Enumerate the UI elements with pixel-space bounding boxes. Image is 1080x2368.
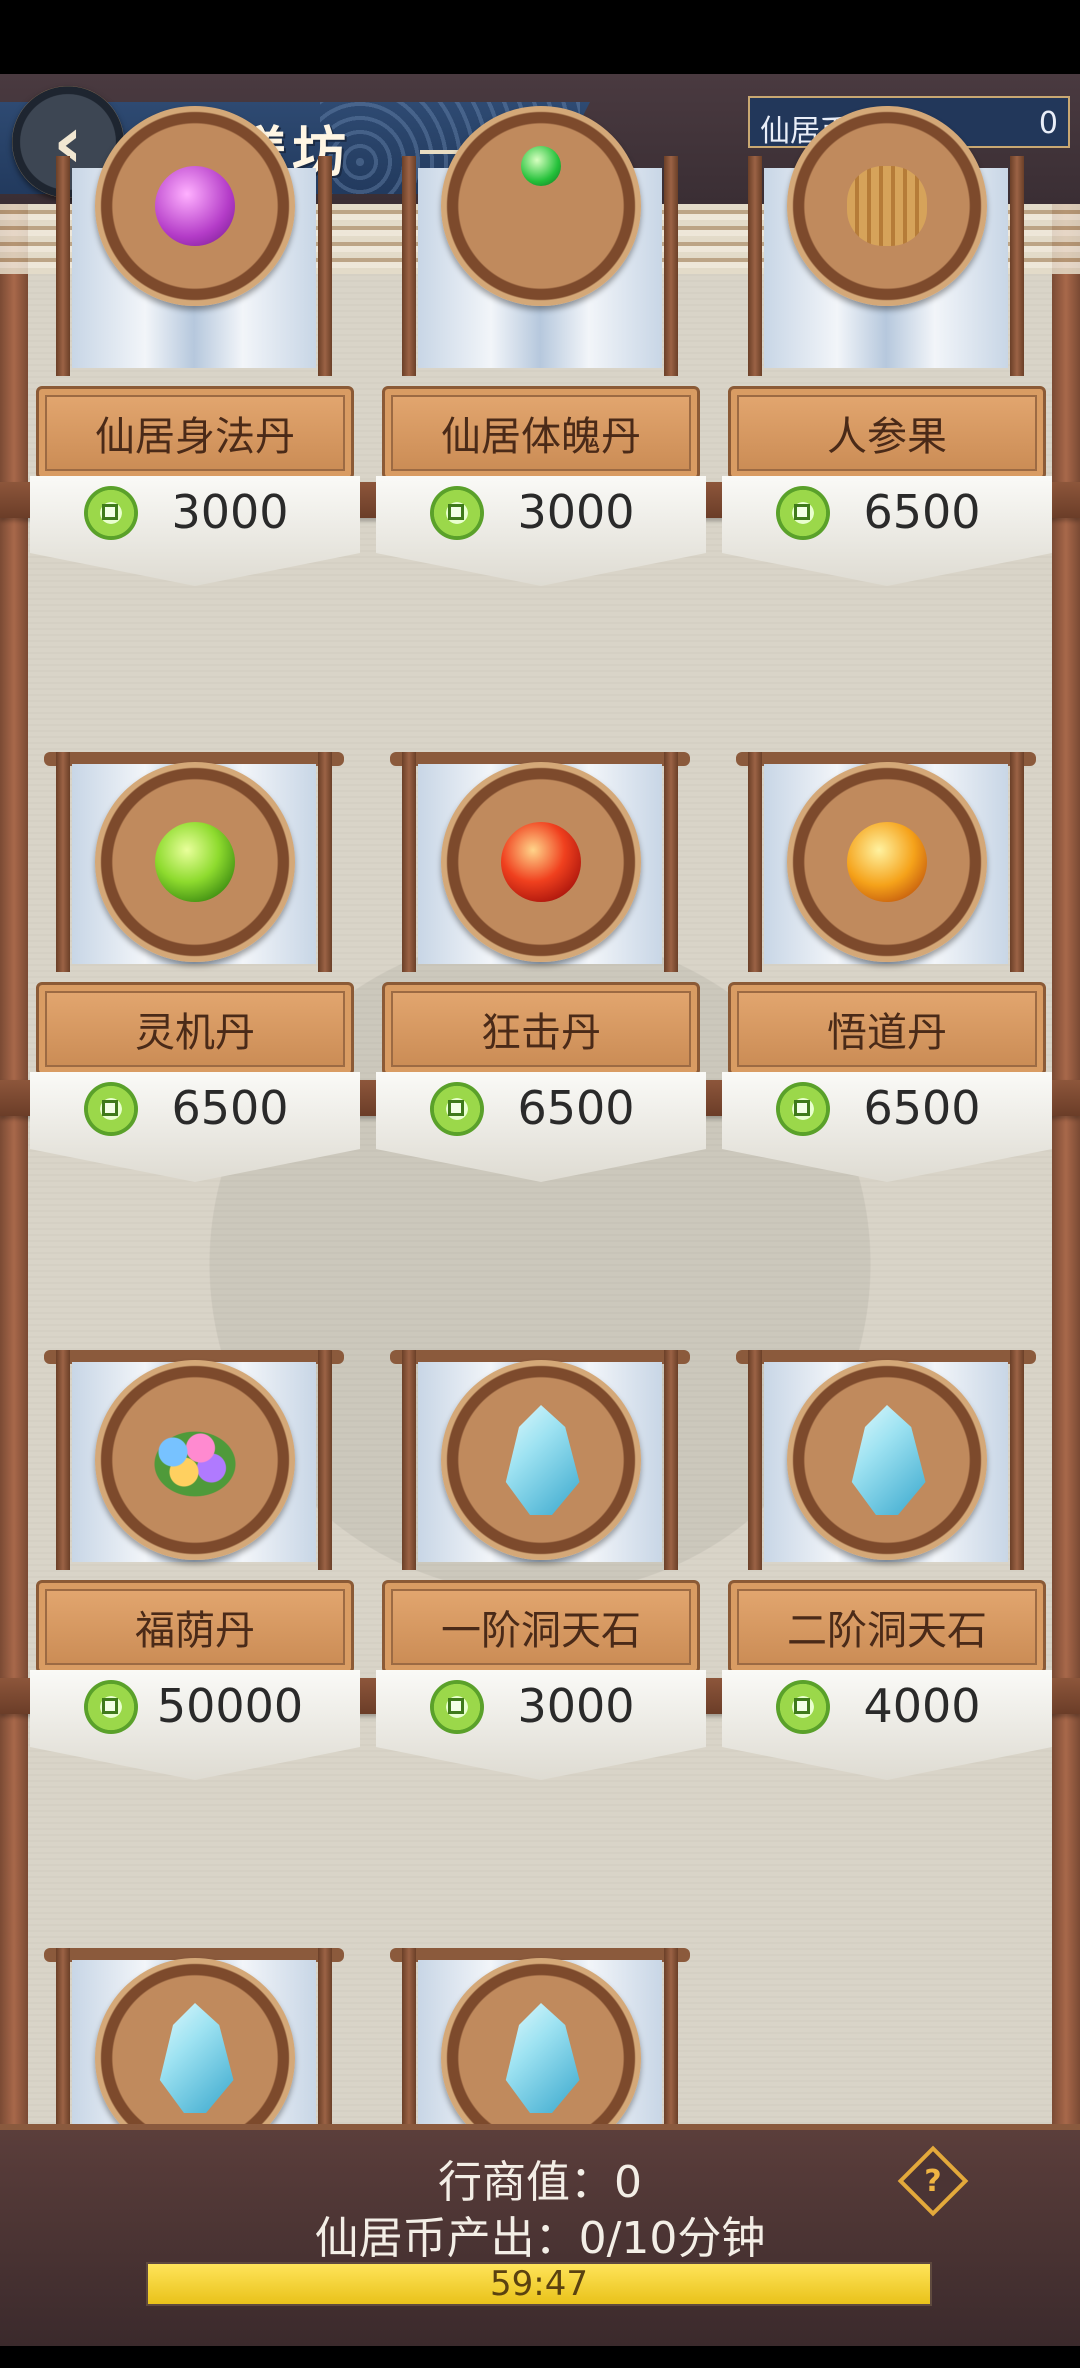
- beads-on-leaf-icon: [95, 1360, 295, 1560]
- red-orb-icon: [441, 762, 641, 962]
- timer-progress-bar: 59:47: [146, 2262, 932, 2306]
- item-name: 悟道丹: [827, 1010, 947, 1056]
- coin-icon: [84, 1680, 138, 1734]
- coin-icon: [84, 1082, 138, 1136]
- item-price: 6500: [863, 1081, 981, 1135]
- shop-item[interactable]: 人参果 6500: [722, 106, 1052, 586]
- green-pill-icon: [441, 106, 641, 306]
- coin-icon: [776, 1680, 830, 1734]
- item-price: 6500: [171, 1081, 289, 1135]
- shop-item[interactable]: 灵机丹 6500: [30, 752, 360, 1182]
- item-name: 二阶洞天石: [787, 1608, 987, 1654]
- shop-item[interactable]: 仙居体魄丹 3000: [376, 106, 706, 586]
- currency-output: 仙居币产出：0/10分钟: [314, 2213, 766, 2264]
- item-name: 仙居体魄丹: [441, 414, 641, 460]
- shop-item[interactable]: 仙居身法丹 3000: [30, 106, 360, 586]
- coin-icon: [430, 1680, 484, 1734]
- item-price: 6500: [517, 1081, 635, 1135]
- coin-icon: [776, 1082, 830, 1136]
- item-price: 4000: [863, 1679, 981, 1733]
- shop-item[interactable]: 二阶洞天石 4000: [722, 1350, 1052, 1780]
- item-name-plate: 仙居身法丹: [36, 386, 354, 480]
- purple-pill-icon: [95, 106, 295, 306]
- status-bar: [0, 0, 1080, 74]
- coin-icon: [776, 486, 830, 540]
- item-name: 仙居身法丹: [95, 414, 295, 460]
- coin-icon: [84, 486, 138, 540]
- crystal-icon: [441, 1360, 641, 1560]
- crystal-icon: [787, 1360, 987, 1560]
- item-price: 3000: [171, 485, 289, 539]
- shop-item[interactable]: 悟道丹 6500: [722, 752, 1052, 1182]
- item-name-plate: 悟道丹: [728, 982, 1046, 1076]
- item-name-plate: 二阶洞天石: [728, 1580, 1046, 1674]
- timer-text: 59:47: [490, 2264, 588, 2304]
- item-name: 狂击丹: [481, 1010, 601, 1056]
- item-name: 人参果: [827, 414, 947, 460]
- currency-value: 0: [1038, 106, 1058, 141]
- item-name: 福荫丹: [135, 1608, 255, 1654]
- item-price: 3000: [517, 1679, 635, 1733]
- item-name-plate: 福荫丹: [36, 1580, 354, 1674]
- ginseng-fruit-icon: [787, 106, 987, 306]
- item-name: 一阶洞天石: [441, 1608, 641, 1654]
- item-name-plate: 灵机丹: [36, 982, 354, 1076]
- shop-item[interactable]: 福荫丹 50000: [30, 1350, 360, 1780]
- item-price: 3000: [517, 485, 635, 539]
- question-diamond-icon: ?: [924, 2163, 942, 2199]
- item-name-plate: 一阶洞天石: [382, 1580, 700, 1674]
- green-orb-icon: [95, 762, 295, 962]
- coin-icon: [430, 1082, 484, 1136]
- item-price: 6500: [863, 485, 981, 539]
- item-name: 灵机丹: [135, 1010, 255, 1056]
- orange-orb-icon: [787, 762, 987, 962]
- shop-item[interactable]: 狂击丹 6500: [376, 752, 706, 1182]
- coin-icon: [430, 486, 484, 540]
- shop-item[interactable]: 一阶洞天石 3000: [376, 1350, 706, 1780]
- item-name-plate: 狂击丹: [382, 982, 700, 1076]
- item-name-plate: 仙居体魄丹: [382, 386, 700, 480]
- item-name-plate: 人参果: [728, 386, 1046, 480]
- item-price: 50000: [156, 1679, 304, 1733]
